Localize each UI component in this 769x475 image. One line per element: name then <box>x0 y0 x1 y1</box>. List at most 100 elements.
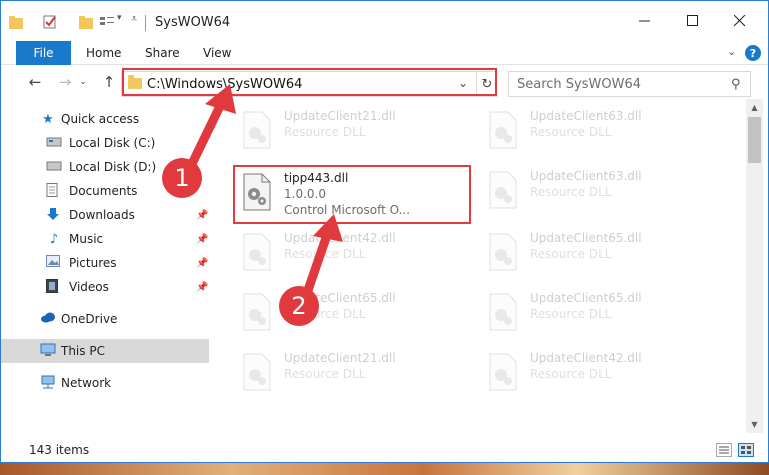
dll-file-icon <box>243 293 271 331</box>
title-separator <box>145 15 146 31</box>
search-icon: ⚲ <box>731 77 741 92</box>
title-bar: ▾ ⩡ SysWOW64 <box>1 1 768 41</box>
file-description: Control Microsoft O... <box>284 203 411 217</box>
highlighted-file-tipp443[interactable]: tipp443.dll 1.0.0.0 Control Microsoft O.… <box>236 167 476 223</box>
sidebar-item-videos[interactable]: Videos 📌 <box>1 275 209 299</box>
drive-icon <box>46 137 62 147</box>
address-path[interactable]: C:\Windows\SysWOW64 <box>147 77 302 92</box>
list-item[interactable]: UpdateClient42.dll Resource DLL <box>482 347 722 403</box>
file-type: Resource DLL <box>284 125 366 139</box>
dll-file-icon <box>243 173 271 211</box>
sidebar-item-this-pc[interactable]: This PC <box>1 339 209 363</box>
list-item[interactable]: UpdateClient42.dll Resource DLL <box>236 227 476 283</box>
status-bar: 143 items <box>1 437 768 462</box>
sidebar-item-downloads[interactable]: Downloads 📌 <box>1 203 209 227</box>
back-button[interactable]: ← <box>25 72 45 92</box>
dll-file-icon <box>243 353 271 391</box>
file-type: Resource DLL <box>530 247 612 261</box>
scroll-up-button[interactable]: ▲ <box>746 99 763 116</box>
list-item[interactable]: UpdateClient63.dll Resource DLL <box>482 105 722 161</box>
list-item[interactable]: UpdateClient21.dll Resource DLL <box>236 105 476 161</box>
tab-share[interactable]: Share <box>145 41 180 65</box>
sidebar-item-label: Local Disk (D:) <box>69 160 157 174</box>
documents-icon <box>46 183 58 197</box>
sidebar-item-onedrive[interactable]: OneDrive <box>1 307 209 331</box>
downloads-icon <box>47 208 59 220</box>
sidebar-item-pictures[interactable]: Pictures 📌 <box>1 251 209 275</box>
forward-button[interactable]: → <box>55 72 75 92</box>
recent-locations-button[interactable]: ⌄ <box>77 72 89 92</box>
sidebar-item-label: Local Disk (C:) <box>69 136 156 150</box>
window-title: SysWOW64 <box>155 15 231 30</box>
file-name: UpdateClient63.dll <box>530 109 642 123</box>
new-folder-icon[interactable] <box>79 15 93 29</box>
folder-icon[interactable] <box>9 15 23 29</box>
network-icon <box>41 375 55 389</box>
file-name: UpdateClient21.dll <box>284 109 396 123</box>
sidebar-item-local-disk-c[interactable]: Local Disk (C:) <box>1 131 209 155</box>
sidebar-item-quick-access[interactable]: ★ Quick access <box>1 107 209 131</box>
up-button[interactable]: ↑ <box>99 72 119 92</box>
dll-file-icon <box>489 353 517 391</box>
search-input[interactable]: Search SysWOW64 <box>517 77 641 92</box>
list-item[interactable]: UpdateClient65.dll Resource DLL <box>482 227 722 283</box>
dll-file-icon <box>489 293 517 331</box>
chevron-up-icon: ▲ <box>751 103 758 112</box>
file-name: UpdateClient65.dll <box>530 291 642 305</box>
sidebar-item-label: Downloads <box>69 208 135 222</box>
refresh-icon: ↻ <box>481 76 493 92</box>
file-version: 1.0.0.0 <box>284 187 326 201</box>
quick-access-dropdown-icon[interactable]: ⩡ <box>131 12 137 26</box>
sidebar-item-music[interactable]: ♪ Music 📌 <box>1 227 209 251</box>
help-button[interactable]: ? <box>745 45 761 61</box>
ribbon-tabs: File Home Share View ⌄ ? <box>1 41 768 65</box>
large-icons-view-button[interactable] <box>738 443 754 457</box>
list-item[interactable]: UpdateClient21.dll Resource DLL <box>236 347 476 403</box>
chevron-down-icon[interactable]: ▾ <box>117 13 122 23</box>
tab-file[interactable]: File <box>16 41 71 65</box>
expand-ribbon-icon[interactable]: ⌄ <box>727 45 736 58</box>
file-name: UpdateClient42.dll <box>284 231 396 245</box>
sidebar-item-label: Documents <box>69 184 138 198</box>
sidebar-item-label: Quick access <box>61 112 140 126</box>
dll-file-icon <box>489 171 517 209</box>
maximize-button[interactable] <box>679 9 707 33</box>
tab-home[interactable]: Home <box>86 41 121 65</box>
properties-icon[interactable] <box>43 15 57 29</box>
sidebar-item-label: Pictures <box>69 256 117 270</box>
scroll-down-button[interactable]: ▼ <box>746 416 763 433</box>
sidebar-item-label: Videos <box>69 280 109 294</box>
chevron-down-icon[interactable]: ⌄ <box>458 76 468 90</box>
list-item[interactable]: UpdateClient65.dll Resource DLL <box>236 287 476 343</box>
file-name: UpdateClient42.dll <box>530 351 642 365</box>
dll-file-icon <box>489 233 517 271</box>
customize-toolbar-icon[interactable] <box>99 15 115 29</box>
file-type: Resource DLL <box>530 185 612 199</box>
minimize-icon <box>639 20 650 22</box>
list-item[interactable]: UpdateClient65.dll Resource DLL <box>482 287 722 343</box>
sidebar-item-label: Music <box>69 232 104 246</box>
drive-icon <box>46 161 62 171</box>
refresh-button[interactable]: ↻ <box>476 72 497 96</box>
file-list: UpdateClient21.dll Resource DLL UpdateCl… <box>212 99 746 433</box>
address-bar[interactable]: C:\Windows\SysWOW64 ⌄ ↻ <box>121 71 497 97</box>
pin-icon[interactable]: 📌 <box>196 282 208 293</box>
music-icon: ♪ <box>49 231 59 247</box>
file-type: Resource DLL <box>530 125 612 139</box>
search-box[interactable]: Search SysWOW64 ⚲ <box>508 71 751 97</box>
list-item[interactable]: UpdateClient63.dll Resource DLL <box>482 165 722 221</box>
details-view-button[interactable] <box>716 443 732 457</box>
pin-icon[interactable]: 📌 <box>196 210 208 221</box>
sidebar-item-network[interactable]: Network <box>1 371 209 395</box>
item-count: 143 items <box>29 443 90 457</box>
sidebar-item-label: OneDrive <box>61 312 118 326</box>
vertical-scrollbar[interactable]: ▲ ▼ <box>746 99 763 433</box>
arrow-up-icon: ↑ <box>102 73 116 91</box>
tab-view[interactable]: View <box>203 41 231 65</box>
star-icon: ★ <box>42 111 54 127</box>
minimize-button[interactable] <box>631 9 659 33</box>
scrollbar-thumb[interactable] <box>748 117 761 163</box>
close-button[interactable] <box>726 9 754 33</box>
pin-icon[interactable]: 📌 <box>196 234 208 245</box>
pin-icon[interactable]: 📌 <box>196 258 208 269</box>
